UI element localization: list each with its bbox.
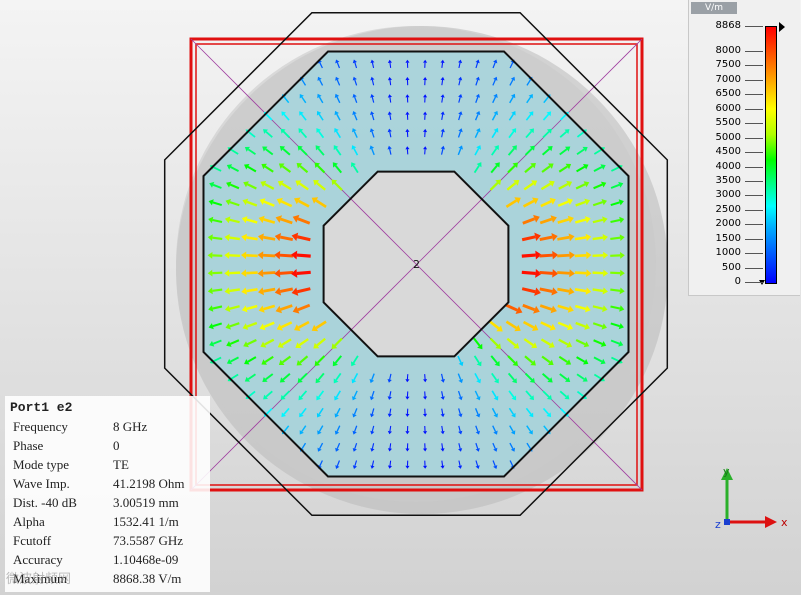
info-row-phase: Phase 0 <box>13 436 208 455</box>
legend-tick-mark <box>745 238 763 240</box>
legend-tick-label: 4000 <box>715 160 741 172</box>
legend-tick-mark <box>745 195 763 197</box>
axis-triad: y z x <box>715 465 788 531</box>
legend-tick-mark <box>745 108 763 110</box>
legend-tick-label: 5000 <box>715 131 741 143</box>
info-key: Frequency <box>13 419 68 434</box>
legend-tick-mark <box>745 224 763 226</box>
info-value: 1532.41 1/m <box>113 514 179 529</box>
info-value: 3.00519 mm <box>113 495 179 510</box>
legend-tick-label: 3000 <box>715 189 741 201</box>
legend-tick-mark <box>745 253 763 255</box>
info-value: 73.5587 GHz <box>113 533 184 548</box>
info-value: 0 <box>113 438 120 453</box>
info-value: TE <box>113 457 129 472</box>
legend-tick-label: 4500 <box>715 146 741 158</box>
info-row-fcutoff: Fcutoff 73.5587 GHz <box>13 531 208 550</box>
info-row-wave-imp: Wave Imp. 41.2198 Ohm <box>13 474 208 493</box>
legend-tick-label: 7500 <box>715 59 741 71</box>
info-key: Alpha <box>13 514 45 529</box>
watermark: 微波射频网 <box>6 572 72 587</box>
legend-tick-mark <box>745 123 763 125</box>
legend-tick-mark <box>745 282 763 283</box>
legend-tick-mark <box>745 166 763 168</box>
legend-tick-label: 500 <box>721 261 741 273</box>
legend-tick-label: 5500 <box>715 117 741 129</box>
z-axis-dot <box>724 519 730 525</box>
legend-tick-mark <box>745 180 763 182</box>
legend-tick-label: 6500 <box>715 88 741 100</box>
legend-tick-label: 3500 <box>715 174 741 186</box>
info-key: Wave Imp. <box>13 476 70 491</box>
legend-tick-mark <box>745 65 763 67</box>
legend-tick-mark <box>745 137 763 139</box>
legend-tick-mark <box>745 26 763 27</box>
legend-tick-label: 0 <box>734 276 741 287</box>
info-key: Fcutoff <box>13 533 52 548</box>
legend-tick-mark <box>745 267 763 269</box>
x-axis-head <box>765 516 777 528</box>
info-key: Mode type <box>13 457 69 472</box>
info-value: 1.10468e-09 <box>113 552 179 567</box>
legend-tick-label: 2500 <box>715 203 741 215</box>
z-axis-label: z <box>715 518 721 531</box>
legend-tick-label: 7000 <box>715 73 741 85</box>
info-key: Phase <box>13 438 44 453</box>
x-axis-label: x <box>781 516 788 529</box>
color-legend: V/m 8868 8000 7500 7000 6500 6000 5500 5000 4500… <box>688 0 800 296</box>
legend-tick-label: 8868 <box>715 20 741 31</box>
legend-tick-mark <box>745 209 763 211</box>
port-info-title: Port1 e2 <box>10 400 73 415</box>
info-value: 8868.38 V/m <box>113 571 182 586</box>
info-row-alpha: Alpha 1532.41 1/m <box>13 512 208 531</box>
legend-tick-label: 8000 <box>715 45 741 57</box>
legend-tick-mark <box>745 79 763 81</box>
info-row-accuracy: Accuracy 1.10468e-09 <box>13 550 208 569</box>
legend-tick-label: 1500 <box>715 232 741 244</box>
legend-tick-label: 1000 <box>715 247 741 259</box>
legend-tick-mark <box>745 51 763 53</box>
port-info-panel: Port1 e2 Frequency 8 GHz Phase 0 Mode type… <box>5 396 210 592</box>
info-value: 41.2198 Ohm <box>113 476 185 491</box>
legend-tick-label: 2000 <box>715 218 741 230</box>
info-row-mode-type: Mode type TE <box>13 455 208 474</box>
info-key: Accuracy <box>13 552 63 567</box>
legend-tick-label: 6000 <box>715 102 741 114</box>
y-axis-label: y <box>723 465 730 478</box>
info-row-dist: Dist. -40 dB 3.00519 mm <box>13 493 208 512</box>
port-number-label: 2 <box>413 258 420 271</box>
info-value: 8 GHz <box>113 419 148 434</box>
info-row-frequency: Frequency 8 GHz <box>13 417 208 436</box>
info-key: Dist. -40 dB <box>13 495 77 510</box>
legend-max-marker <box>779 22 785 32</box>
legend-tick-mark <box>745 152 763 154</box>
legend-tick-mark <box>745 94 763 96</box>
